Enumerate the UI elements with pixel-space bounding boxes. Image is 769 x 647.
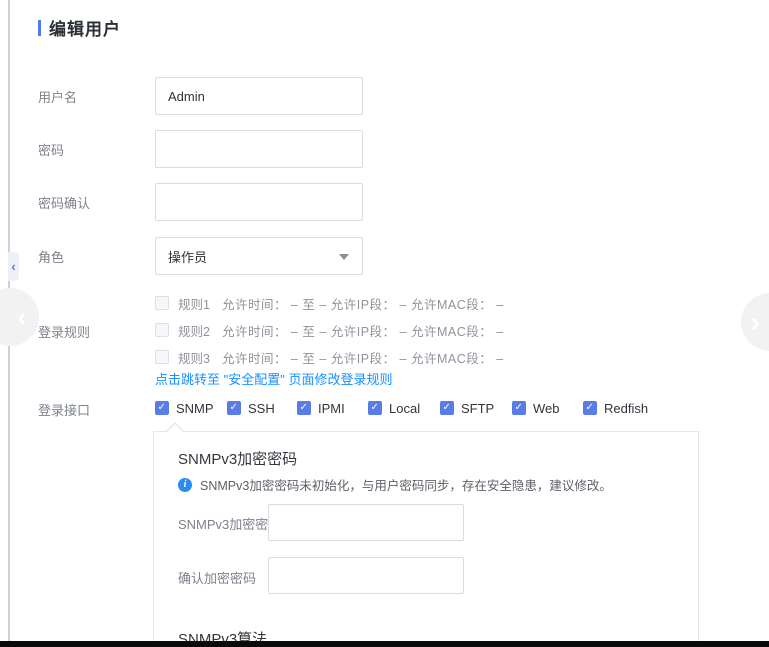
info-icon: i: [178, 478, 192, 492]
checkbox-checked-icon[interactable]: [440, 401, 454, 415]
rule3-checkbox[interactable]: [155, 350, 169, 364]
rule1-name: 规则1: [178, 294, 210, 313]
snmpv3-notice-text: SNMPv3加密密码未初始化，与用户密码同步，存在安全隐患，建议修改。: [200, 475, 612, 494]
interface-ssh-label: SSH: [248, 401, 275, 416]
interface-web[interactable]: Web: [512, 400, 560, 416]
checkbox-checked-icon[interactable]: [368, 401, 382, 415]
interface-snmp[interactable]: SNMP: [155, 400, 214, 416]
snmpv3-password-confirm-label: 确认加密密码: [178, 568, 256, 587]
sidebar-collapse-tab[interactable]: [8, 252, 19, 281]
rule1-detail: 允许时间： – 至 – 允许IP段： – 允许MAC段： –: [222, 294, 504, 313]
edit-user-page: 编辑用户 用户名 密码 密码确认 角色 操作员 登录规则 规则1 允许时间： –…: [0, 0, 769, 647]
login-rules-label: 登录规则: [38, 322, 90, 341]
password-input[interactable]: [155, 130, 363, 168]
interface-snmp-label: SNMP: [176, 401, 214, 416]
snmpv3-password-confirm-input[interactable]: [268, 557, 464, 594]
checkbox-checked-icon[interactable]: [155, 401, 169, 415]
interface-local[interactable]: Local: [368, 400, 420, 416]
login-rule-row: 规则1 允许时间： – 至 – 允许IP段： – 允许MAC段： –: [155, 293, 504, 313]
login-rule-row: 规则2 允许时间： – 至 – 允许IP段： – 允许MAC段： –: [155, 320, 504, 340]
carousel-prev-button[interactable]: [0, 288, 39, 346]
interface-ssh[interactable]: SSH: [227, 400, 275, 416]
role-select-value: 操作员: [168, 247, 207, 266]
page-title: 编辑用户: [49, 15, 121, 40]
snmpv3-notice: i SNMPv3加密密码未初始化，与用户密码同步，存在安全隐患，建议修改。: [178, 475, 612, 494]
interface-sftp-label: SFTP: [461, 401, 494, 416]
username-label: 用户名: [38, 87, 77, 106]
interface-redfish[interactable]: Redfish: [583, 400, 648, 416]
checkbox-checked-icon[interactable]: [297, 401, 311, 415]
snmpv3-panel-title: SNMPv3加密密码: [178, 448, 297, 469]
page-title-block: 编辑用户: [38, 15, 121, 40]
checkbox-checked-icon[interactable]: [512, 401, 526, 415]
password-confirm-label: 密码确认: [38, 193, 90, 212]
rule1-checkbox[interactable]: [155, 296, 169, 310]
login-interfaces-label: 登录接口: [38, 400, 90, 419]
snmpv3-panel: SNMPv3加密密码 i SNMPv3加密密码未初始化，与用户密码同步，存在安全…: [153, 431, 699, 647]
login-rule-row: 规则3 允许时间： – 至 – 允许IP段： – 允许MAC段： –: [155, 347, 504, 367]
rule3-detail: 允许时间： – 至 – 允许IP段： – 允许MAC段： –: [222, 348, 504, 367]
snmpv3-password-input[interactable]: [268, 504, 464, 541]
interface-sftp[interactable]: SFTP: [440, 400, 494, 416]
panel-notch-fill: [166, 424, 184, 433]
security-config-link[interactable]: 点击跳转至 "安全配置" 页面修改登录规则: [155, 369, 392, 388]
interface-redfish-label: Redfish: [604, 401, 648, 416]
rule2-name: 规则2: [178, 321, 210, 340]
interface-web-label: Web: [533, 401, 560, 416]
role-label: 角色: [38, 247, 64, 266]
username-input[interactable]: [155, 77, 363, 115]
chevron-down-icon: [339, 254, 349, 260]
checkbox-checked-icon[interactable]: [583, 401, 597, 415]
title-accent-bar: [38, 20, 41, 36]
bottom-edge-bar: [0, 641, 769, 647]
password-label: 密码: [38, 140, 64, 159]
interface-ipmi[interactable]: IPMI: [297, 400, 345, 416]
rule2-checkbox[interactable]: [155, 323, 169, 337]
snmpv3-password-label: SNMPv3加密密码: [178, 514, 281, 533]
rule3-name: 规则3: [178, 348, 210, 367]
checkbox-checked-icon[interactable]: [227, 401, 241, 415]
carousel-next-button[interactable]: [741, 293, 769, 351]
interface-ipmi-label: IPMI: [318, 401, 345, 416]
rule2-detail: 允许时间： – 至 – 允许IP段： – 允许MAC段： –: [222, 321, 504, 340]
password-confirm-input[interactable]: [155, 183, 363, 221]
interface-local-label: Local: [389, 401, 420, 416]
role-select[interactable]: 操作员: [155, 237, 363, 275]
